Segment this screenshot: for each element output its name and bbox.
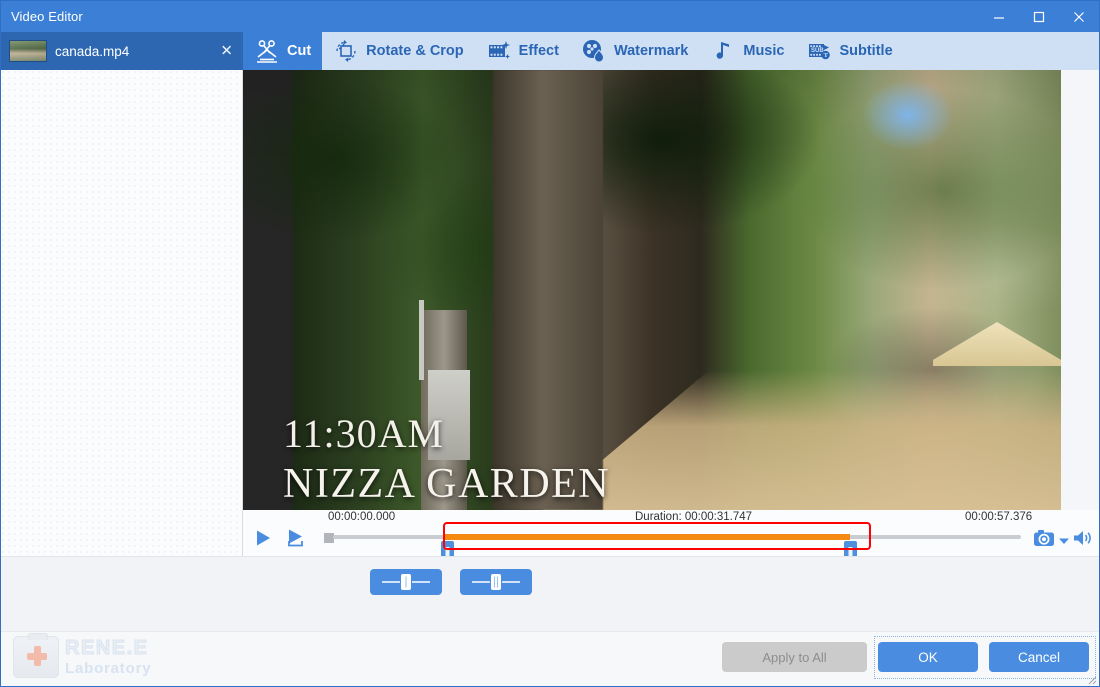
tab-effect[interactable]: Effect <box>475 32 570 70</box>
video-thumbnail-icon <box>9 40 47 62</box>
video-preview[interactable]: 11:30AM NIZZA GARDEN <box>243 70 1061 510</box>
tab-watermark[interactable]: Watermark <box>570 32 699 70</box>
footer-buttons: Apply to All OK Cancel <box>722 642 1089 672</box>
set-start-marker-button[interactable] <box>370 569 442 595</box>
camera-icon[interactable] <box>1033 528 1055 553</box>
video-sky <box>863 80 953 150</box>
tab-subtitle[interactable]: SUB T Subtitle <box>795 32 903 70</box>
ok-button[interactable]: OK <box>878 642 978 672</box>
brand-name: RENE.E <box>65 638 151 658</box>
brand-logo: RENE.E Laboratory <box>13 636 151 678</box>
close-button[interactable] <box>1059 1 1099 32</box>
resize-grip[interactable] <box>1085 672 1097 684</box>
close-icon[interactable]: ✕ <box>220 44 233 59</box>
scissors-icon <box>254 38 280 64</box>
tab-effect-label: Effect <box>519 43 559 59</box>
timeline-selection-range[interactable] <box>443 534 850 540</box>
timeline-time-labels: 00:00:00.000 Duration: 00:00:31.747 00:0… <box>243 510 1099 526</box>
video-preview-stage: 11:30AM NIZZA GARDEN <box>243 70 1059 510</box>
tab-rotate-crop-label: Rotate & Crop <box>366 43 463 59</box>
tab-watermark-label: Watermark <box>614 43 688 59</box>
subtitle-icon: SUB T <box>806 38 832 64</box>
timeline-area: 00:00:00.000 Duration: 00:00:31.747 00:0… <box>243 510 1099 556</box>
video-overlay-time: 11:30AM <box>283 410 444 457</box>
timeline-duration: Duration: 00:00:31.747 <box>635 511 752 523</box>
play-selection-button[interactable] <box>284 527 308 549</box>
toolbar: canada.mp4 ✕ Cut <box>1 32 1099 70</box>
tab-cut[interactable]: Cut <box>243 32 322 70</box>
tab-bar: Cut Rotate & Crop <box>243 32 1099 70</box>
tab-subtitle-label: Subtitle <box>839 43 892 59</box>
playback-controls <box>251 527 341 549</box>
video-path <box>543 370 1061 510</box>
file-tab-label: canada.mp4 <box>55 44 129 59</box>
tab-music-label: Music <box>743 43 784 59</box>
apply-to-all-button[interactable]: Apply to All <box>722 642 867 672</box>
timeline-end-time: 00:00:57.376 <box>965 511 1032 523</box>
video-overlay-title: NIZZA GARDEN <box>283 460 610 508</box>
film-sparkle-icon <box>486 38 512 64</box>
play-button[interactable] <box>251 527 275 549</box>
tab-cut-label: Cut <box>287 43 311 59</box>
minimize-button[interactable] <box>979 1 1019 32</box>
music-note-icon <box>710 38 736 64</box>
svg-text:T: T <box>824 52 829 59</box>
clip-list-panel[interactable] <box>1 70 243 631</box>
brand-text: RENE.E Laboratory <box>65 638 151 676</box>
video-tree-trunk <box>493 70 603 510</box>
tab-music[interactable]: Music <box>699 32 795 70</box>
brand-subtitle: Laboratory <box>65 661 151 676</box>
timeline-start-time: 00:00:00.000 <box>328 511 395 523</box>
timeline-right-controls <box>1033 528 1093 553</box>
tab-rotate-crop[interactable]: Rotate & Crop <box>322 32 474 70</box>
rotate-crop-icon <box>333 38 359 64</box>
video-signpost <box>419 300 424 380</box>
video-editor-window: Video Editor canada.mp4 ✕ <box>0 0 1100 687</box>
watermark-drop-icon <box>581 38 607 64</box>
set-end-marker-button[interactable] <box>460 569 532 595</box>
maximize-button[interactable] <box>1019 1 1059 32</box>
cross-icon <box>27 646 47 666</box>
title-bar: Video Editor <box>1 1 1099 32</box>
window-controls <box>979 1 1099 32</box>
window-title: Video Editor <box>1 9 83 24</box>
timeline-slider[interactable] <box>333 533 1021 541</box>
chevron-down-icon[interactable] <box>1059 532 1069 550</box>
toolcase-icon <box>13 636 59 678</box>
cancel-button[interactable]: Cancel <box>989 642 1089 672</box>
file-tab[interactable]: canada.mp4 ✕ <box>1 32 243 70</box>
speaker-icon[interactable] <box>1073 529 1093 552</box>
footer-bar: RENE.E Laboratory Apply to All OK Cancel <box>1 631 1099 686</box>
cut-controls-panel: Start: 00 :00 :10 .996 End: 00 :00 :42 .… <box>1 556 1099 633</box>
